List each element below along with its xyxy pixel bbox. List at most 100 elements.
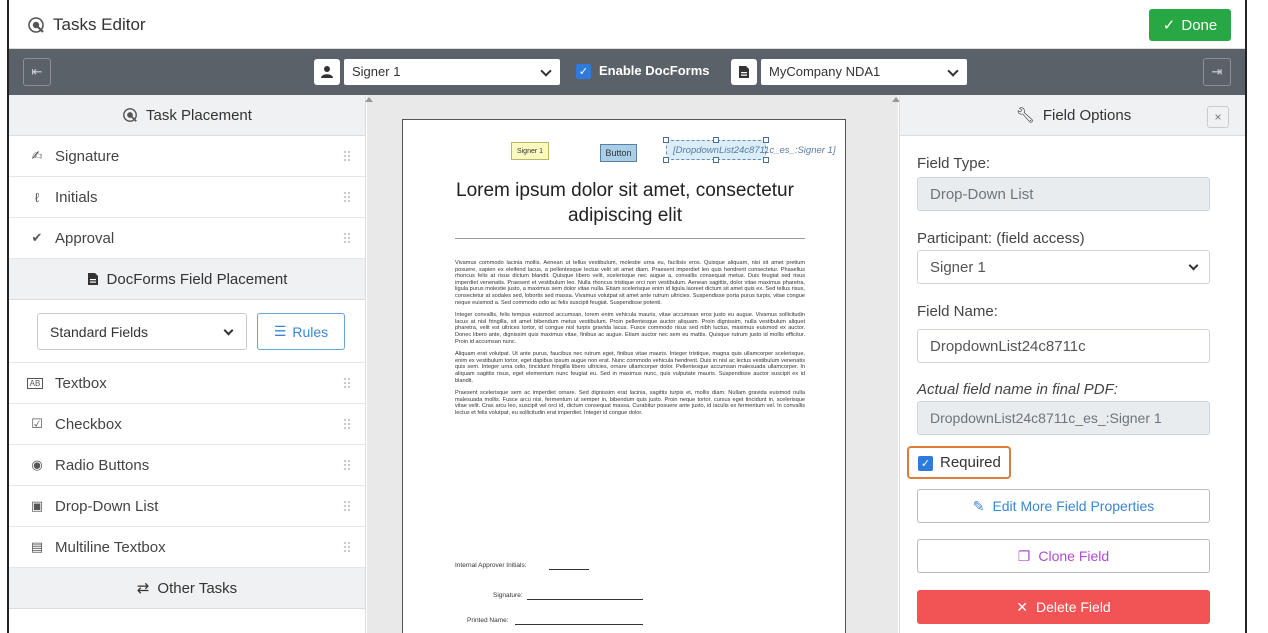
tasks-editor-window: Tasks Editor ✓ Done ⇤ Signer 1 ✓ Enable …: [7, 0, 1247, 633]
field-label: Multiline Textbox: [55, 538, 166, 556]
document-icon: [87, 273, 98, 285]
collapse-right-button[interactable]: ⇥: [1203, 58, 1231, 86]
field-controls: Standard Fields ☰ Rules: [9, 300, 365, 363]
resize-handle[interactable]: [663, 137, 669, 143]
rules-label: Rules: [292, 323, 329, 340]
left-panel: Task Placement ✍ Signature ℓ Initials ✔ …: [9, 95, 366, 633]
close-button[interactable]: ×: [1207, 106, 1229, 128]
placed-button-field[interactable]: Button: [600, 144, 637, 162]
field-name-label: Field Name:: [917, 303, 998, 320]
printed-name-line: [515, 624, 643, 625]
document-icon: [731, 59, 757, 85]
signature-line: [527, 599, 643, 600]
drag-handle-icon[interactable]: [343, 150, 351, 162]
resize-handle[interactable]: [713, 157, 719, 163]
resize-handle[interactable]: [713, 137, 719, 143]
signer-select[interactable]: Signer 1: [344, 59, 560, 85]
field-set-value: Standard Fields: [50, 324, 149, 340]
field-item-checkbox[interactable]: ☑ Checkbox: [9, 404, 365, 445]
paragraph: Integer convallis, felis tempus euismod …: [455, 312, 805, 345]
done-button[interactable]: ✓ Done: [1149, 9, 1231, 41]
wrench-icon: 🔧︎: [1015, 107, 1035, 124]
title-bar: Tasks Editor ✓ Done: [9, 0, 1245, 49]
drag-handle-icon[interactable]: [343, 459, 351, 471]
delete-field-button[interactable]: ✕ Delete Field: [917, 590, 1210, 624]
field-name-input[interactable]: DropdownList24c8711c: [917, 329, 1210, 363]
actual-name-input: DropdownList24c8711c_es_:Signer 1: [917, 401, 1210, 435]
rules-button[interactable]: ☰ Rules: [257, 313, 345, 350]
cursor-click-icon: [123, 108, 137, 122]
placed-signer-field[interactable]: Signer 1: [511, 142, 549, 160]
drag-handle-icon[interactable]: [343, 500, 351, 512]
field-item-textbox[interactable]: AB Textbox: [9, 363, 365, 404]
signature-label: Signature:: [493, 592, 523, 599]
field-label: Textbox: [55, 374, 107, 392]
edit-more-label: Edit More Field Properties: [992, 498, 1155, 514]
chevron-down-icon: [947, 65, 959, 77]
drag-handle-icon[interactable]: [343, 191, 351, 203]
divider: [455, 238, 805, 239]
edit-more-properties-button[interactable]: ✎ Edit More Field Properties: [917, 489, 1210, 523]
docforms-header: DocForms Field Placement: [9, 259, 365, 300]
template-select[interactable]: MyCompany NDA1: [761, 59, 967, 85]
signer-select-value: Signer 1: [352, 64, 401, 79]
field-item-radio[interactable]: ◉ Radio Buttons: [9, 445, 365, 486]
collapse-right-icon: ⇥: [1211, 64, 1223, 79]
field-label: Radio Buttons: [55, 456, 150, 474]
resize-handle[interactable]: [663, 157, 669, 163]
textbox-icon: AB: [27, 377, 43, 389]
drag-handle-icon[interactable]: [343, 377, 351, 389]
done-label: Done: [1181, 16, 1218, 34]
other-tasks-title: Other Tasks: [157, 579, 238, 597]
required-checkbox[interactable]: ✓: [918, 456, 933, 471]
pencil-icon: ✎: [972, 497, 985, 514]
other-tasks-header[interactable]: ⇄ Other Tasks: [9, 568, 365, 609]
drag-handle-icon[interactable]: [343, 418, 351, 430]
delete-label: Delete Field: [1036, 599, 1111, 615]
enable-docforms-label: Enable DocForms: [599, 63, 710, 78]
signature-icon: ✍: [31, 148, 43, 163]
clone-field-button[interactable]: ❐ Clone Field: [917, 539, 1210, 573]
drag-handle-icon[interactable]: [343, 541, 351, 553]
dropdown-icon: ▣: [30, 498, 44, 513]
required-label: Required: [940, 454, 1001, 471]
scroll-up-icon[interactable]: [365, 97, 373, 102]
task-item-signature[interactable]: ✍ Signature: [9, 136, 365, 177]
collapse-left-button[interactable]: ⇤: [23, 58, 51, 86]
clone-label: Clone Field: [1038, 548, 1110, 564]
printed-name-label: Printed Name:: [467, 617, 509, 624]
resize-handle[interactable]: [763, 157, 769, 163]
drag-handle-icon[interactable]: [343, 232, 351, 244]
approver-initials-label: Internal Approver Initials:: [455, 562, 527, 569]
participant-label: Participant: (field access): [917, 230, 1085, 247]
task-label: Approval: [55, 229, 115, 247]
field-item-multiline[interactable]: ▤ Multiline Textbox: [9, 527, 365, 568]
paragraph: Praesent scelerisque sem ac imperdiet or…: [455, 390, 805, 416]
task-label: Signature: [55, 147, 120, 165]
resize-handle[interactable]: [763, 137, 769, 143]
user-icon: [314, 59, 340, 85]
copy-icon: ❐: [1017, 547, 1031, 564]
document-page: Signer 1 Button [DropdownList24c8711c_es…: [402, 119, 846, 633]
approval-icon: ✔: [31, 230, 43, 245]
cursor-click-icon: [28, 17, 44, 33]
field-type-label: Field Type:: [917, 155, 991, 172]
task-item-approval[interactable]: ✔ Approval: [9, 218, 365, 259]
participant-select[interactable]: Signer 1: [917, 250, 1210, 284]
task-label: Initials: [55, 188, 98, 206]
task-item-initials[interactable]: ℓ Initials: [9, 177, 365, 218]
field-options-panel: 🔧︎ Field Options × Field Type: Drop-Down…: [899, 95, 1245, 633]
checkbox-icon: ☑: [31, 416, 43, 431]
initials-icon: ℓ: [34, 189, 40, 205]
field-item-dropdown[interactable]: ▣ Drop-Down List: [9, 486, 365, 527]
enable-docforms-checkbox[interactable]: ✓: [576, 64, 591, 79]
chevron-down-icon: [223, 325, 234, 336]
toolbar: ⇤ Signer 1 ✓ Enable DocForms MyCompany N…: [9, 49, 1245, 95]
field-set-select[interactable]: Standard Fields: [37, 313, 247, 350]
field-options-title: Field Options: [1042, 106, 1132, 124]
paragraph: Vivamus commodo lacinia mollis. Aenean u…: [455, 260, 805, 306]
multiline-icon: ▤: [30, 539, 44, 554]
paragraph: Aliquam erat volutpat. Ut ante purus, fa…: [455, 351, 805, 384]
template-select-value: MyCompany NDA1: [769, 64, 881, 79]
radio-icon: ◉: [31, 457, 43, 472]
